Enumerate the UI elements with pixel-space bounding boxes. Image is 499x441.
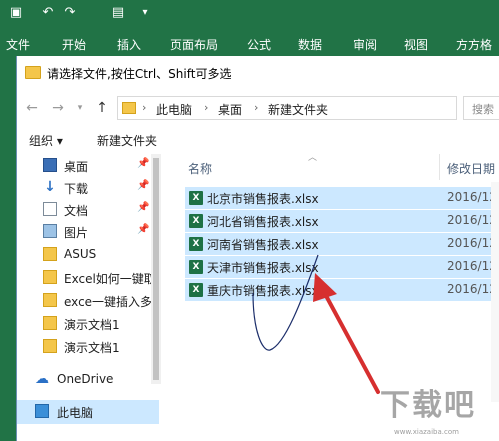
tab-view[interactable]: 视图	[404, 36, 428, 53]
form-icon[interactable]: ▤	[110, 5, 126, 21]
back-icon[interactable]: ←	[23, 99, 41, 117]
sidebar-item-exce-folder[interactable]: exce一键插入多	[17, 289, 159, 313]
sidebar-item-excel-folder[interactable]: Excel如何一键取	[17, 266, 159, 290]
column-header-modified[interactable]: 修改日期	[440, 154, 499, 180]
folder-icon	[25, 66, 41, 79]
folder-icon	[43, 247, 57, 261]
chevron-right-icon[interactable]: ›	[204, 101, 208, 114]
file-row[interactable]: X 河北省销售报表.xlsx 2016/12/	[185, 210, 499, 232]
sidebar-item-asus[interactable]: ASUS	[17, 243, 159, 267]
sidebar-item-pictures[interactable]: 图片 📌	[17, 220, 159, 244]
sidebar-item-this-pc[interactable]: 此电脑	[17, 400, 159, 424]
pin-icon[interactable]: 📌	[137, 180, 149, 191]
sidebar-item-label: OneDrive	[57, 372, 114, 386]
picture-icon	[43, 224, 57, 238]
excel-file-icon: X	[189, 283, 203, 297]
pin-icon[interactable]: 📌	[137, 202, 149, 213]
cloud-icon: ☁	[35, 371, 49, 387]
chevron-right-icon[interactable]: ›	[254, 101, 258, 114]
organize-button[interactable]: 组织 ▾	[29, 132, 63, 149]
sidebar-item-label: 演示文档1	[64, 318, 120, 332]
redo-icon[interactable]: ↷	[62, 5, 78, 21]
customize-icon[interactable]: ▾	[137, 5, 153, 21]
dialog-titlebar: 请选择文件,按住Ctrl、Shift可多选	[17, 56, 499, 90]
navigation-pane: 桌面 📌 ↓ 下载 📌 文档 📌 图片 📌 ASUS Excel如何一键取 ex…	[17, 154, 167, 441]
file-row[interactable]: X 河南省销售报表.xlsx 2016/12/	[185, 233, 499, 255]
watermark-logo: 下载吧	[380, 388, 476, 423]
file-name: 河南省销售报表.xlsx	[207, 238, 319, 252]
tab-formulas[interactable]: 公式	[247, 36, 271, 53]
file-row[interactable]: X 重庆市销售报表.xlsx 2016/12/	[185, 279, 499, 301]
folder-icon	[43, 293, 57, 307]
sidebar-item-label: 演示文档1	[64, 341, 120, 355]
sidebar-item-demo-doc-1[interactable]: 演示文档1	[17, 312, 159, 336]
dialog-title: 请选择文件,按住Ctrl、Shift可多选	[47, 67, 232, 81]
tab-file[interactable]: 文件	[6, 36, 30, 53]
breadcrumb-desktop[interactable]: 桌面	[218, 101, 242, 118]
sidebar-item-label: 此电脑	[57, 406, 94, 420]
file-name: 北京市销售报表.xlsx	[207, 192, 319, 206]
file-row[interactable]: X 北京市销售报表.xlsx 2016/12/	[185, 187, 499, 209]
tab-page-layout[interactable]: 页面布局	[170, 36, 218, 53]
pin-icon[interactable]: 📌	[137, 224, 149, 235]
forward-icon[interactable]: →	[49, 99, 67, 117]
folder-icon	[122, 102, 136, 114]
sidebar-item-desktop[interactable]: 桌面 📌	[17, 154, 159, 178]
chevron-right-icon[interactable]: ›	[142, 101, 146, 114]
tab-review[interactable]: 审阅	[353, 36, 377, 53]
sidebar-item-label: exce一键插入多	[64, 295, 152, 309]
breadcrumb-this-pc[interactable]: 此电脑	[156, 101, 192, 118]
excel-file-icon: X	[189, 237, 203, 251]
excel-file-icon: X	[189, 214, 203, 228]
excel-file-icon: X	[189, 191, 203, 205]
sort-ascending-icon: ︿	[308, 153, 318, 163]
pin-icon[interactable]: 📌	[137, 158, 149, 169]
dialog-toolbar: 组织 ▾ 新建文件夹	[17, 126, 499, 154]
scrollbar-thumb[interactable]	[153, 158, 159, 380]
ribbon-tabs: 文件 开始 插入 页面布局 公式 数据 审阅 视图 方方格	[0, 28, 499, 58]
folder-icon	[43, 316, 57, 330]
up-icon[interactable]: ↑	[93, 99, 111, 117]
desktop-icon	[43, 158, 57, 172]
sidebar-item-documents[interactable]: 文档 📌	[17, 198, 159, 222]
undo-icon[interactable]: ↶	[40, 5, 56, 21]
column-header-label: 名称	[188, 162, 213, 176]
sidebar-item-downloads[interactable]: ↓ 下载 📌	[17, 176, 159, 200]
computer-icon	[35, 404, 49, 418]
file-name: 重庆市销售报表.xlsx	[207, 284, 319, 298]
folder-icon	[43, 270, 57, 284]
sidebar-item-demo-doc-2[interactable]: 演示文档1	[17, 335, 159, 359]
excel-file-icon: X	[189, 260, 203, 274]
file-name: 天津市销售报表.xlsx	[207, 261, 319, 275]
tab-fangfangge[interactable]: 方方格	[456, 36, 492, 53]
sidebar-item-label: ASUS	[64, 247, 97, 261]
file-row[interactable]: X 天津市销售报表.xlsx 2016/12/	[185, 256, 499, 278]
sidebar-scrollbar[interactable]	[151, 154, 161, 384]
column-header-name[interactable]: 名称 ︿	[181, 153, 439, 180]
sidebar-item-onedrive[interactable]: ☁ OneDrive	[17, 368, 159, 392]
breadcrumb-new-folder[interactable]: 新建文件夹	[268, 101, 328, 118]
tab-home[interactable]: 开始	[62, 36, 86, 53]
new-folder-button[interactable]: 新建文件夹	[97, 132, 157, 149]
file-list-scrollbar[interactable]	[491, 182, 499, 402]
folder-icon	[43, 339, 57, 353]
file-name: 河北省销售报表.xlsx	[207, 215, 319, 229]
download-icon: ↓	[44, 179, 56, 195]
watermark-url: www.xiazaiba.com	[394, 428, 459, 436]
quick-access-toolbar: ▣ ↶ ↷ ▤ ▾	[0, 0, 499, 28]
sidebar-item-label: Excel如何一键取	[64, 272, 152, 286]
navigation-bar: ← → ▾ ↑ › 此电脑 › 桌面 › 新建文件夹 搜索	[17, 90, 499, 126]
tab-data[interactable]: 数据	[298, 36, 322, 53]
recent-chevron-icon[interactable]: ▾	[71, 99, 89, 117]
tab-insert[interactable]: 插入	[117, 36, 141, 53]
document-icon	[43, 202, 57, 216]
address-bar[interactable]: › 此电脑 › 桌面 › 新建文件夹	[117, 96, 457, 120]
save-icon[interactable]: ▣	[8, 5, 24, 21]
search-input[interactable]: 搜索	[463, 96, 499, 120]
